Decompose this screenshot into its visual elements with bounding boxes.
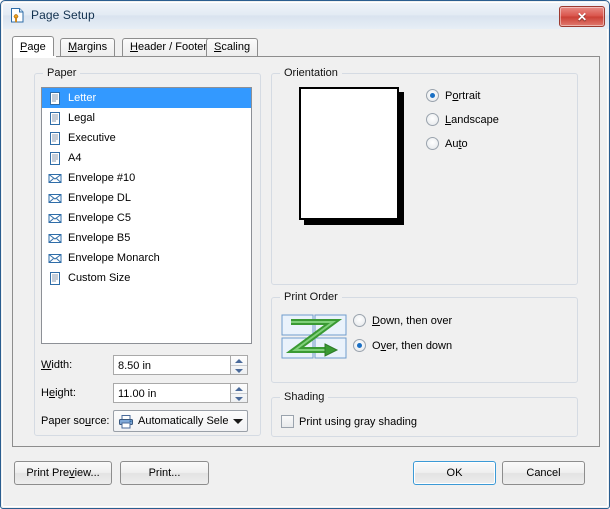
ok-label: OK bbox=[446, 467, 463, 479]
chevron-down-icon[interactable] bbox=[229, 418, 247, 424]
height-stepper-up[interactable] bbox=[231, 384, 247, 393]
list-item[interactable]: Executive bbox=[42, 128, 251, 148]
envelope-icon bbox=[48, 231, 62, 246]
height-stepper[interactable] bbox=[231, 383, 248, 403]
envelope-icon bbox=[48, 251, 62, 266]
paper-source-value: Automatically Select bbox=[138, 415, 229, 427]
width-stepper-up[interactable] bbox=[231, 356, 247, 365]
page-setup-dialog: Page Setup ✕ Page Margins Header / Foote… bbox=[0, 0, 610, 509]
radio-icon bbox=[426, 89, 439, 102]
tab-header-footer[interactable]: Header / Footer bbox=[122, 38, 216, 57]
height-value: 11.00 in bbox=[118, 388, 157, 400]
print-gray-shading-label: Print using gray shading bbox=[299, 415, 418, 428]
list-item[interactable]: Envelope DL bbox=[42, 188, 251, 208]
print-order-option-over-then-down[interactable]: Over, then down bbox=[353, 339, 452, 352]
paper-size-listbox[interactable]: Letter Legal Executive A4 Envelope #10 E… bbox=[41, 87, 252, 344]
list-item-label: Envelope C5 bbox=[68, 212, 131, 224]
list-item[interactable]: A4 bbox=[42, 148, 251, 168]
page-icon bbox=[48, 111, 62, 126]
list-item-label: Envelope #10 bbox=[68, 172, 136, 184]
page-setup-icon bbox=[9, 7, 26, 24]
portrait-page-preview bbox=[299, 87, 399, 220]
print-order-option-down-then-over[interactable]: Down, then over bbox=[353, 314, 452, 327]
list-item[interactable]: Envelope #10 bbox=[42, 168, 251, 188]
page-icon bbox=[48, 131, 62, 146]
radio-icon bbox=[353, 314, 366, 327]
width-label: Width: bbox=[41, 359, 73, 371]
list-item[interactable]: Envelope C5 bbox=[42, 208, 251, 228]
width-value: 8.50 in bbox=[118, 360, 152, 372]
ok-button[interactable]: OK bbox=[413, 461, 496, 485]
list-item-label: Legal bbox=[68, 112, 95, 124]
print-button[interactable]: Print... bbox=[120, 461, 209, 485]
tab-margins[interactable]: Margins bbox=[60, 38, 116, 57]
checkbox-icon bbox=[281, 415, 294, 428]
paper-source-label: Paper source: bbox=[41, 415, 110, 427]
list-item[interactable]: Custom Size bbox=[42, 268, 251, 288]
print-order-group-title: Print Order bbox=[280, 291, 342, 303]
page-icon bbox=[48, 91, 62, 106]
shading-group-title: Shading bbox=[280, 391, 329, 403]
envelope-icon bbox=[48, 171, 62, 186]
active-tab-joiner bbox=[13, 56, 56, 58]
printer-icon bbox=[118, 414, 134, 429]
radio-icon bbox=[353, 339, 366, 352]
orientation-option-label: Portrait bbox=[445, 89, 481, 102]
list-item-label: Executive bbox=[68, 132, 116, 144]
height-stepper-down[interactable] bbox=[231, 393, 247, 403]
list-item[interactable]: Legal bbox=[42, 108, 251, 128]
print-order-option-label: Down, then over bbox=[372, 314, 453, 327]
envelope-icon bbox=[48, 191, 62, 206]
list-item[interactable]: Envelope Monarch bbox=[42, 248, 251, 268]
page-icon bbox=[48, 271, 62, 286]
print-gray-shading-checkbox[interactable]: Print using gray shading bbox=[281, 415, 417, 428]
width-stepper-down[interactable] bbox=[231, 365, 247, 375]
page-icon bbox=[48, 151, 62, 166]
orientation-option-label: Auto bbox=[445, 137, 468, 150]
list-item[interactable]: Letter bbox=[42, 88, 251, 108]
list-item-label: Custom Size bbox=[68, 272, 131, 284]
height-input[interactable]: 11.00 in bbox=[113, 383, 231, 403]
list-item-label: Envelope DL bbox=[68, 192, 131, 204]
list-item-label: Letter bbox=[68, 92, 97, 104]
orientation-option-landscape[interactable]: Landscape bbox=[426, 113, 499, 126]
tab-scaling[interactable]: Scaling bbox=[206, 38, 259, 57]
print-preview-label: Print Preview... bbox=[26, 467, 100, 479]
envelope-icon bbox=[48, 211, 62, 226]
window-title: Page Setup bbox=[31, 8, 95, 22]
title-bar[interactable]: Page Setup ✕ bbox=[3, 3, 609, 29]
close-button[interactable]: ✕ bbox=[559, 6, 605, 27]
paper-source-dropdown[interactable]: Automatically Select bbox=[113, 410, 248, 432]
width-input[interactable]: 8.50 in bbox=[113, 355, 231, 375]
radio-icon bbox=[426, 113, 439, 126]
cancel-label: Cancel bbox=[526, 467, 561, 479]
tab-page[interactable]: Page bbox=[12, 36, 54, 58]
orientation-option-auto[interactable]: Auto bbox=[426, 137, 468, 150]
list-item[interactable]: Envelope B5 bbox=[42, 228, 251, 248]
print-order-z-icon bbox=[281, 314, 347, 363]
list-item-label: A4 bbox=[68, 152, 82, 164]
print-label: Print... bbox=[148, 467, 181, 479]
tab-strip: Page Margins Header / Footer Scaling bbox=[12, 36, 600, 58]
height-label: Height: bbox=[41, 387, 76, 399]
orientation-option-portrait[interactable]: Portrait bbox=[426, 89, 480, 102]
radio-icon bbox=[426, 137, 439, 150]
orientation-group-title: Orientation bbox=[280, 67, 342, 79]
list-item-label: Envelope B5 bbox=[68, 232, 131, 244]
print-order-option-label: Over, then down bbox=[372, 339, 453, 352]
close-icon: ✕ bbox=[576, 9, 588, 24]
paper-group-title: Paper bbox=[43, 67, 81, 79]
orientation-option-label: Landscape bbox=[445, 113, 499, 126]
width-stepper[interactable] bbox=[231, 355, 248, 375]
cancel-button[interactable]: Cancel bbox=[502, 461, 585, 485]
print-preview-button[interactable]: Print Preview... bbox=[14, 461, 112, 485]
list-item-label: Envelope Monarch bbox=[68, 252, 160, 264]
